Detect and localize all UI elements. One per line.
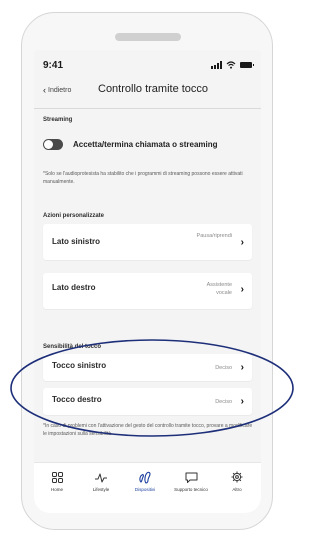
card-label: Tocco sinistro <box>52 361 107 370</box>
card-value-line2: vocale <box>216 290 232 296</box>
card-label: Tocco destro <box>52 395 102 404</box>
nav-header: ‹ Indietro Controllo tramite tocco <box>34 82 261 100</box>
sensitivity-note: *In caso di problemi con l'attivazione d… <box>43 423 253 437</box>
back-button[interactable]: ‹ Indietro <box>43 86 71 95</box>
streaming-toggle-row: Accetta/termina chiamata o streaming <box>43 137 253 151</box>
chevron-right-icon: › <box>240 396 244 407</box>
streaming-section-title: Streaming <box>43 117 73 123</box>
tab-lifestyle[interactable]: Lifestyle <box>79 471 123 492</box>
card-value: Pausa/riprendi <box>196 233 232 239</box>
back-label: Indietro <box>48 87 72 94</box>
status-time: 9:41 <box>43 60 64 71</box>
chevron-left-icon: ‹ <box>43 85 46 95</box>
header-divider <box>34 108 261 109</box>
card-value-line1: Assistente <box>206 282 232 288</box>
status-bar: 9:41 <box>34 60 261 74</box>
tab-devices[interactable]: Dispositivi <box>123 471 167 492</box>
tab-more[interactable]: Altro <box>215 471 259 492</box>
card-value: Deciso <box>215 365 232 371</box>
page-title: Controllo tramite tocco <box>98 83 209 95</box>
right-touch-sensitivity-card[interactable]: Tocco destro Deciso › <box>43 388 252 415</box>
wifi-icon <box>226 61 236 69</box>
left-touch-sensitivity-card[interactable]: Tocco sinistro Deciso › <box>43 354 252 381</box>
phone-speaker <box>115 33 181 41</box>
status-icons <box>211 61 254 69</box>
toggle-knob <box>44 139 53 149</box>
left-side-action-card[interactable]: Lato sinistro Pausa/riprendi › <box>43 224 252 260</box>
gear-icon <box>231 471 243 483</box>
tab-label: Dispositivi <box>134 487 156 492</box>
streaming-toggle[interactable] <box>43 138 63 150</box>
card-value: Deciso <box>215 399 232 405</box>
phone-screen: 9:41 ‹ Indietro Controllo tramite tocco <box>34 50 261 513</box>
chevron-right-icon: › <box>240 237 244 248</box>
signal-icon <box>211 61 222 69</box>
chevron-right-icon: › <box>240 362 244 373</box>
streaming-toggle-label: Accetta/termina chiamata o streaming <box>73 139 218 149</box>
right-side-action-card[interactable]: Lato destro Assistente vocale › <box>43 273 252 309</box>
hearing-aids-icon <box>138 471 152 484</box>
chevron-right-icon: › <box>240 284 244 295</box>
page: 9:41 ‹ Indietro Controllo tramite tocco <box>0 0 294 537</box>
chat-bubble-icon <box>185 471 198 483</box>
custom-actions-section-title: Azioni personalizzate <box>43 213 105 219</box>
tab-label: Supporto tecnico <box>174 487 208 492</box>
tab-label: Home <box>50 487 63 492</box>
bottom-tab-bar: Home Lifestyle Dispositivi Supporto tecn… <box>34 462 261 513</box>
tab-label: Lifestyle <box>92 487 110 492</box>
grid-icon <box>51 471 63 483</box>
activity-icon <box>94 471 108 483</box>
tab-support[interactable]: Supporto tecnico <box>169 471 213 492</box>
battery-icon <box>240 62 254 68</box>
streaming-note: *Solo se l'audioprotesista ha stabilito … <box>43 171 243 185</box>
card-label: Lato destro <box>52 283 96 292</box>
tab-home[interactable]: Home <box>35 471 79 492</box>
card-label: Lato sinistro <box>52 237 101 246</box>
sensitivity-section-title: Sensibilità del tocco <box>43 344 102 350</box>
tab-label: Altro <box>232 487 242 492</box>
